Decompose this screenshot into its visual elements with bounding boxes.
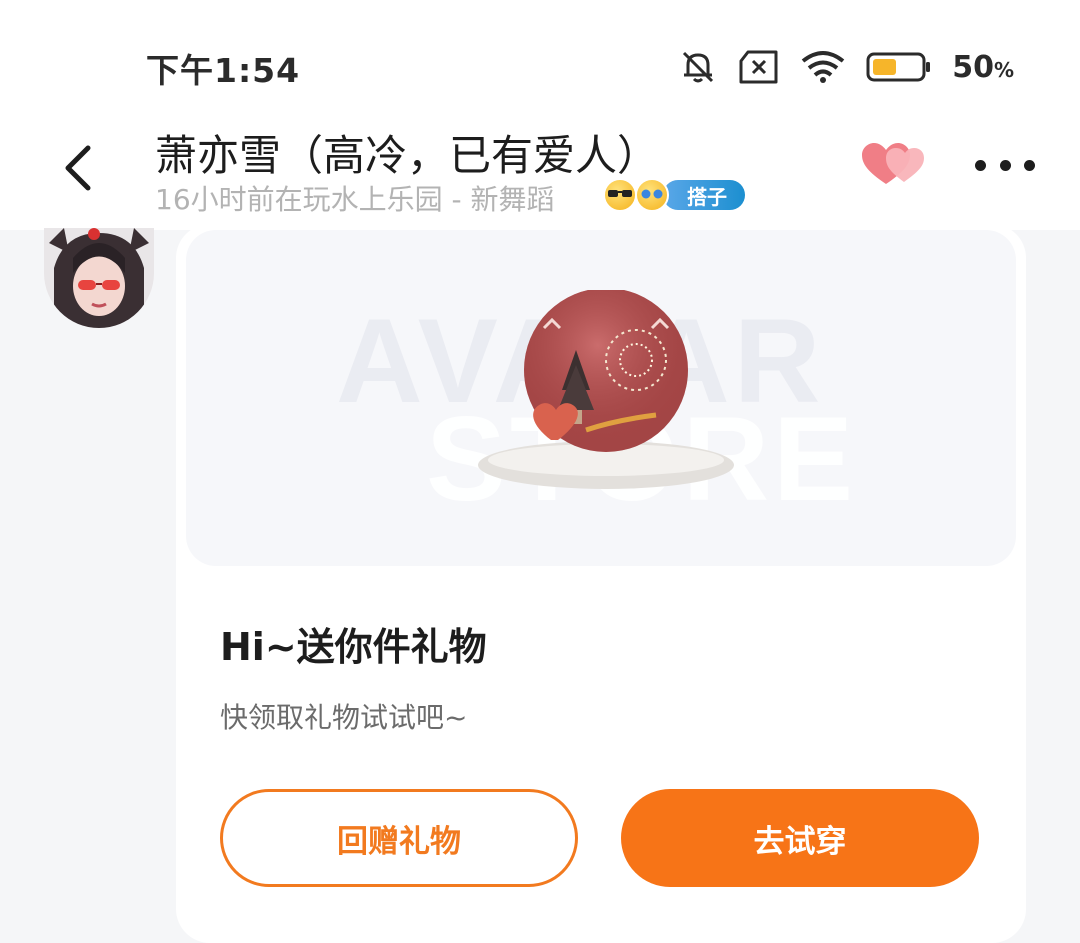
- relation-badge-label: 搭子: [663, 180, 745, 210]
- bell-muted-icon: [678, 47, 718, 87]
- wifi-icon: [800, 49, 846, 85]
- more-icon-dot: [975, 159, 986, 171]
- sim-x-icon: [738, 49, 780, 85]
- status-time: 下午1:54: [146, 51, 301, 90]
- gift-message-title: Hi~送你件礼物: [220, 625, 487, 669]
- back-arrow-icon: [65, 145, 91, 191]
- battery-icon: [866, 51, 932, 83]
- back-button[interactable]: [55, 138, 99, 198]
- gift-message-description: 快领取礼物试试吧~: [220, 701, 468, 734]
- gift-card: AVATAR STORE Hi~送你件礼物 快领取礼物试试吧~: [176, 224, 1026, 943]
- return-gift-button[interactable]: 回赠礼物: [220, 789, 578, 887]
- gift-item-image: [478, 290, 734, 489]
- sunglasses-emoji-icon: [603, 178, 637, 212]
- status-icons: 50%: [678, 42, 1014, 92]
- battery-percent: 50%: [952, 50, 1014, 85]
- try-on-button[interactable]: 去试穿: [621, 789, 979, 887]
- more-icon-dot: [999, 159, 1011, 171]
- battery-percent-unit: %: [993, 57, 1014, 82]
- gift-preview[interactable]: AVATAR STORE: [186, 230, 1016, 566]
- badge-emojis: [603, 176, 669, 214]
- status-bar: 下午1:54 50%: [0, 0, 1080, 110]
- chat-header: 萧亦雪（高冷，已有爱人） 16小时前在玩水上乐园 - 新舞蹈 搭子: [0, 110, 1080, 230]
- chat-title[interactable]: 萧亦雪（高冷，已有爱人）: [155, 122, 659, 183]
- intimacy-button[interactable]: [860, 140, 928, 194]
- more-icon-dot: [1024, 159, 1035, 171]
- battery-percent-value: 50: [952, 49, 994, 85]
- hearts-icon: [862, 143, 924, 184]
- chat-subtitle: 16小时前在玩水上乐园 - 新舞蹈: [155, 183, 555, 216]
- relation-badge[interactable]: 搭子: [603, 176, 745, 214]
- sender-avatar[interactable]: [44, 228, 154, 328]
- star-eyes-emoji-icon: [635, 178, 669, 212]
- more-button[interactable]: [975, 150, 1035, 180]
